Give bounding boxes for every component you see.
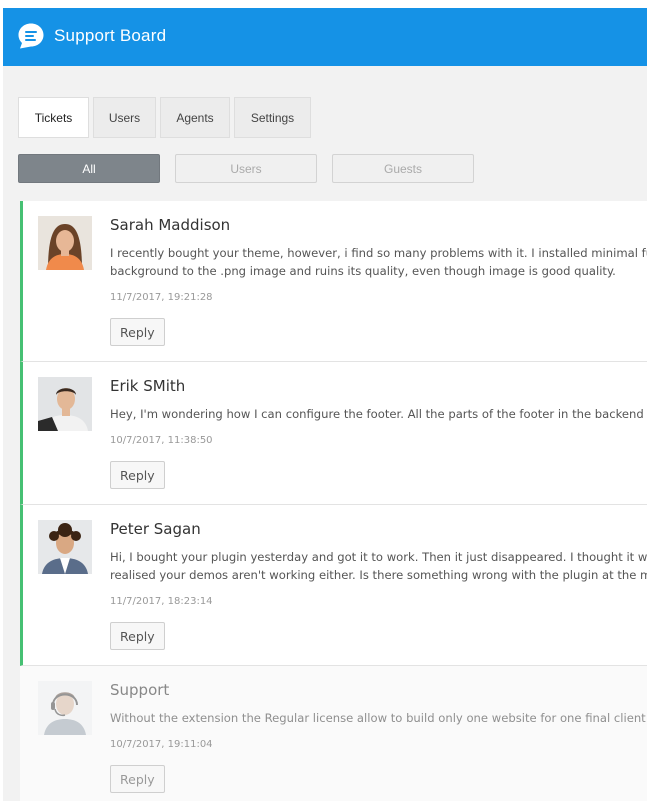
avatar — [38, 377, 92, 431]
ticket-item[interactable]: Support Without the extension the Regula… — [20, 666, 647, 801]
ticket-message-line: Hi, I bought your plugin yesterday and g… — [110, 550, 647, 564]
chat-bubble-icon — [18, 23, 44, 49]
tab-tickets[interactable]: Tickets — [18, 97, 89, 138]
ticket-timestamp: 10/7/2017, 19:11:04 — [110, 739, 213, 750]
tab-settings[interactable]: Settings — [234, 97, 311, 138]
ticket-timestamp: 10/7/2017, 11:38:50 — [110, 435, 213, 446]
reply-button[interactable]: Reply — [110, 622, 165, 650]
ticket-message-line: I recently bought your theme, however, i… — [110, 246, 647, 260]
avatar — [38, 216, 92, 270]
ticket-message-line: Hey, I'm wondering how I can configure t… — [110, 407, 647, 421]
filter-all-button[interactable]: All — [18, 154, 160, 183]
ticket-timestamp: 11/7/2017, 19:21:28 — [110, 292, 213, 303]
ticket-message-line: background to the .png image and ruins i… — [110, 264, 616, 278]
app-header: Support Board — [3, 8, 647, 66]
ticket-item[interactable]: Sarah Maddison I recently bought your th… — [20, 201, 647, 362]
reply-button[interactable]: Reply — [110, 765, 165, 793]
ticket-item[interactable]: Erik SMith Hey, I'm wondering how I can … — [20, 362, 647, 505]
ticket-message-line: realised your demos aren't working eithe… — [110, 568, 647, 582]
ticket-author: Peter Sagan — [110, 520, 201, 538]
tab-agents[interactable]: Agents — [160, 97, 230, 138]
ticket-message-line: Without the extension the Regular licens… — [110, 711, 647, 725]
ticket-author: Sarah Maddison — [110, 216, 231, 234]
ticket-list: Sarah Maddison I recently bought your th… — [20, 201, 647, 801]
ticket-timestamp: 11/7/2017, 18:23:14 — [110, 596, 213, 607]
filter-users-button[interactable]: Users — [175, 154, 317, 183]
ticket-author: Support — [110, 681, 170, 699]
ticket-author: Erik SMith — [110, 377, 186, 395]
reply-button[interactable]: Reply — [110, 461, 165, 489]
ticket-item[interactable]: Peter Sagan Hi, I bought your plugin yes… — [20, 505, 647, 666]
avatar — [38, 520, 92, 574]
avatar — [38, 681, 92, 735]
tab-users[interactable]: Users — [93, 97, 156, 138]
filter-guests-button[interactable]: Guests — [332, 154, 474, 183]
reply-button[interactable]: Reply — [110, 318, 165, 346]
app-title: Support Board — [54, 26, 167, 45]
